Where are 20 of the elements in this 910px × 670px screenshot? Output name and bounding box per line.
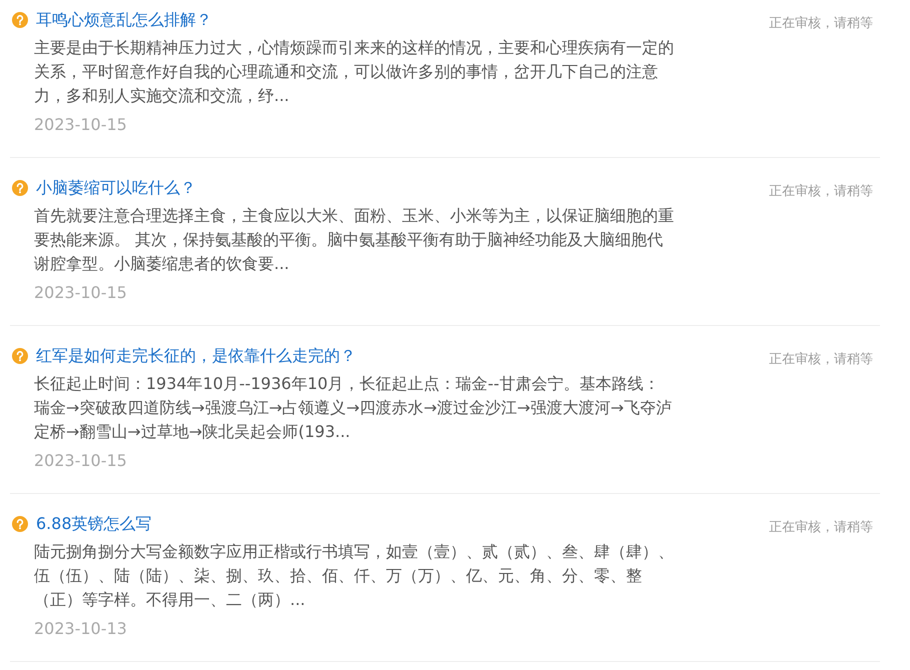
- question-date: 2023-10-15: [34, 450, 127, 472]
- answer-summary: 长征起止时间：1934年10月--1936年10月，长征起止点：瑞金--甘肃会宁。基本路线：瑞金→突破敌四道防线→强渡乌江→占领遵义→四渡赤水→渡过金沙江→强渡大渡河→飞夺泸定桥→翻雪山→过草地→陕北吴起会师(193...: [34, 373, 673, 443]
- review-status: 正在审核，请稍等: [769, 15, 873, 33]
- answer-summary: 主要是由于长期精神压力过大，心情烦躁而引来来的这样的情况，主要和心理疾病有一定的关系，平时留意作好自我的心理疏通和交流，可以做许多别的事情，岔开几下自己的注意力，多和别人实施交流和交流，纾...: [34, 37, 674, 107]
- question-date: 2023-10-15: [34, 282, 127, 304]
- question-icon: [12, 348, 28, 364]
- question-date: 2023-10-15: [34, 114, 127, 136]
- question-title[interactable]: 耳鸣心烦意乱怎么排解？: [36, 8, 212, 32]
- question-date: 2023-10-13: [34, 618, 127, 640]
- review-status: 正在审核，请稍等: [769, 519, 873, 537]
- review-status: 正在审核，请稍等: [769, 351, 873, 369]
- question-icon: [12, 516, 28, 532]
- answer-summary: 首先就要注意合理选择主食，主食应以大米、面粉、玉米、小米等为主，以保证脑细胞的重要热能来源。 其次，保持氨基酸的平衡。脑中氨基酸平衡有助于脑神经功能及大脑细胞代谢腔拿型。小脑萎缩患者的饮食要...: [34, 205, 674, 275]
- review-status: 正在审核，请稍等: [769, 183, 873, 201]
- answer-summary: 陆元捌角捌分大写金额数字应用正楷或行书填写，如壹（壹）、贰（贰）、叁、肆（肆）、伍（伍）、陆（陆）、柒、捌、玖、拾、佰、仟、万（万）、亿、元、角、分、零、整（正）等字样。不得用一、二（两）...: [34, 541, 674, 611]
- question-icon: [12, 12, 28, 28]
- question-icon: [12, 180, 28, 196]
- question-title[interactable]: 小脑萎缩可以吃什么？: [36, 176, 196, 200]
- question-title[interactable]: 红军是如何走完长征的，是依靠什么走完的？: [36, 344, 356, 368]
- question-title[interactable]: 6.88英镑怎么写: [36, 512, 152, 536]
